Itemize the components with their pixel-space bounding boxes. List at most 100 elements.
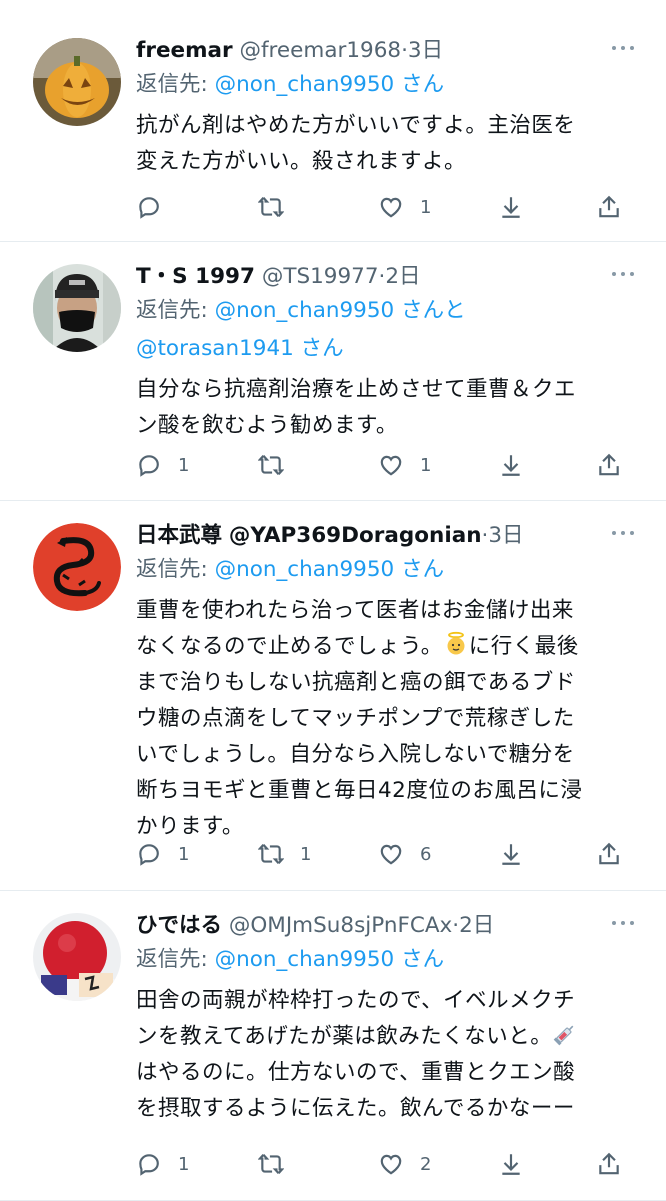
action-bar: 1 1 6 bbox=[136, 837, 636, 871]
retweet-button[interactable] bbox=[258, 448, 300, 482]
mention-handle[interactable]: @non_chan9950 bbox=[215, 947, 395, 972]
like-button[interactable]: 1 bbox=[378, 448, 431, 482]
dragon-avatar[interactable] bbox=[33, 523, 121, 611]
reply-prefix: 返信先: bbox=[136, 557, 215, 582]
like-button[interactable]: 1 bbox=[378, 190, 431, 224]
retweet-icon bbox=[258, 452, 284, 478]
display-name[interactable]: T・S 1997 bbox=[136, 264, 255, 289]
reply-icon bbox=[136, 452, 162, 478]
like-count: 2 bbox=[420, 1153, 432, 1175]
reply-button[interactable] bbox=[136, 190, 178, 224]
share-button[interactable] bbox=[596, 448, 622, 482]
mention-suffix[interactable]: さんと bbox=[401, 298, 466, 323]
tweet-card[interactable]: T・S 1997 @TS19977·2日 返信先: @non_chan9950 … bbox=[0, 242, 666, 501]
mention-suffix[interactable]: さん bbox=[401, 557, 444, 582]
download-icon bbox=[498, 1151, 524, 1177]
reply-to-line: 返信先: @non_chan9950 さん bbox=[136, 66, 640, 104]
reply-mention-link[interactable]: @non_chan9950 さん bbox=[215, 947, 444, 972]
tweet-text-line: ン酸を飲むよう勧めます。 bbox=[136, 413, 398, 438]
user-handle[interactable]: @freemar1968 bbox=[239, 38, 401, 63]
timestamp[interactable]: 2日 bbox=[459, 913, 494, 938]
tweet-header: 日本武尊 @YAP369Doragonian·3日 bbox=[136, 521, 640, 551]
mention-suffix[interactable]: さん bbox=[401, 72, 444, 97]
mention-handle[interactable]: @non_chan9950 bbox=[215, 557, 395, 582]
reply-mention-link[interactable]: @non_chan9950 さん bbox=[215, 557, 444, 582]
retweet-button[interactable]: 1 bbox=[258, 837, 311, 871]
red-ball-avatar[interactable] bbox=[33, 913, 121, 1001]
display-name[interactable]: ひではる bbox=[136, 913, 222, 938]
mention-suffix[interactable]: さん bbox=[401, 947, 444, 972]
download-button[interactable] bbox=[498, 190, 524, 224]
pumpkin-avatar[interactable] bbox=[33, 38, 121, 126]
share-button[interactable] bbox=[596, 837, 622, 871]
timestamp[interactable]: 3日 bbox=[408, 38, 443, 63]
reply-prefix: 返信先: bbox=[136, 72, 215, 97]
retweet-button[interactable] bbox=[258, 190, 300, 224]
tweet-text-line: 重曹を使われたら治って医者はお金儲け出来 bbox=[136, 598, 574, 623]
reply-to-line: 返信先: @non_chan9950 さん bbox=[136, 551, 640, 589]
like-button[interactable]: 6 bbox=[378, 837, 431, 871]
reply-button[interactable]: 1 bbox=[136, 448, 189, 482]
tweet-text-line: 断ちヨモギと重曹と毎日42度位のお風呂に浸 bbox=[136, 778, 583, 803]
reply-button[interactable]: 1 bbox=[136, 1147, 189, 1181]
like-count: 1 bbox=[420, 196, 432, 218]
share-button[interactable] bbox=[596, 190, 622, 224]
masked-person-avatar[interactable] bbox=[33, 264, 121, 352]
tweet-text: 田舎の両親が枠枠打ったので、イベルメクチ ンを教えてあげたが薬は飲みたくないと。… bbox=[136, 983, 640, 1127]
tweet-text-line: を摂取するように伝えた。飲んでるかなーー bbox=[136, 1096, 575, 1121]
display-name[interactable]: freemar bbox=[136, 38, 233, 63]
reply-icon bbox=[136, 194, 162, 220]
tweet-text-line: 自分なら抗癌剤治療を止めさせて重曹＆クエ bbox=[136, 377, 577, 402]
retweet-icon bbox=[258, 841, 284, 867]
reply-to-line-2: @torasan1941 さん bbox=[136, 330, 640, 368]
timestamp[interactable]: 2日 bbox=[385, 264, 420, 289]
reply-mention-link[interactable]: @non_chan9950 さん bbox=[215, 72, 444, 97]
user-handle[interactable]: @TS19977 bbox=[262, 264, 379, 289]
tweet-text-line: まで治りもしない抗癌剤と癌の餌であるブド bbox=[136, 670, 576, 695]
action-bar: 1 bbox=[136, 190, 636, 224]
retweet-button[interactable] bbox=[258, 1147, 300, 1181]
reply-mention-link[interactable]: @torasan1941 さん bbox=[136, 336, 344, 361]
tweet-text-line-with-emoji: ンを教えてあげたが薬は飲みたくないと。 bbox=[136, 1019, 640, 1055]
user-handle[interactable]: @OMJmSu8sjPnFCAx bbox=[229, 913, 452, 938]
mention-handle[interactable]: @non_chan9950 bbox=[215, 72, 395, 97]
download-icon bbox=[498, 194, 524, 220]
tweet-text-line-with-emoji: なくなるので止めるでしょう。 に行く最後 bbox=[136, 629, 640, 665]
user-handle[interactable]: @YAP369Doragonian bbox=[229, 523, 482, 548]
tweet-header: ひではる @OMJmSu8sjPnFCAx·2日 bbox=[136, 911, 640, 941]
tweet-text-segment: なくなるので止めるでしょう。 bbox=[136, 634, 443, 659]
reply-mention-link[interactable]: @non_chan9950 さんと bbox=[215, 298, 466, 323]
reply-to-line: 返信先: @non_chan9950 さん bbox=[136, 941, 640, 979]
reply-button[interactable]: 1 bbox=[136, 837, 189, 871]
mention-suffix[interactable]: さん bbox=[301, 336, 344, 361]
like-count: 1 bbox=[420, 454, 432, 476]
download-button[interactable] bbox=[498, 1147, 524, 1181]
angel-emoji-icon bbox=[447, 631, 465, 655]
mention-handle[interactable]: @non_chan9950 bbox=[215, 298, 395, 323]
heart-icon bbox=[378, 194, 404, 220]
tweet-card[interactable]: 日本武尊 @YAP369Doragonian·3日 返信先: @non_chan… bbox=[0, 501, 666, 891]
tweet-text: 自分なら抗癌剤治療を止めさせて重曹＆クエ ン酸を飲むよう勧めます。 bbox=[136, 372, 640, 444]
download-button[interactable] bbox=[498, 837, 524, 871]
reply-icon bbox=[136, 841, 162, 867]
tweet-card[interactable]: freemar @freemar1968·3日 返信先: @non_chan99… bbox=[0, 0, 666, 242]
syringe-emoji-icon bbox=[553, 1025, 574, 1046]
action-bar: 1 2 bbox=[136, 1147, 636, 1181]
mention-handle[interactable]: @torasan1941 bbox=[136, 336, 294, 361]
reply-count: 1 bbox=[178, 454, 190, 476]
share-button[interactable] bbox=[596, 1147, 622, 1181]
reply-prefix: 返信先: bbox=[136, 298, 215, 323]
timestamp[interactable]: 3日 bbox=[488, 523, 523, 548]
retweet-icon bbox=[258, 194, 284, 220]
display-name[interactable]: 日本武尊 bbox=[136, 523, 222, 548]
tweet-text-line: 田舎の両親が枠枠打ったので、イベルメクチ bbox=[136, 988, 576, 1013]
tweet-card[interactable]: ひではる @OMJmSu8sjPnFCAx·2日 返信先: @non_chan9… bbox=[0, 891, 666, 1201]
tweet-text: 抗がん剤はやめた方がいいですよ。主治医を 変えた方がいい。殺されますよ。 bbox=[136, 108, 640, 180]
action-bar: 1 1 bbox=[136, 448, 636, 482]
separator-dot: · bbox=[401, 38, 408, 63]
download-button[interactable] bbox=[498, 448, 524, 482]
share-icon bbox=[596, 1151, 622, 1177]
reply-count: 1 bbox=[178, 843, 190, 865]
like-button[interactable]: 2 bbox=[378, 1147, 431, 1181]
heart-icon bbox=[378, 1151, 404, 1177]
